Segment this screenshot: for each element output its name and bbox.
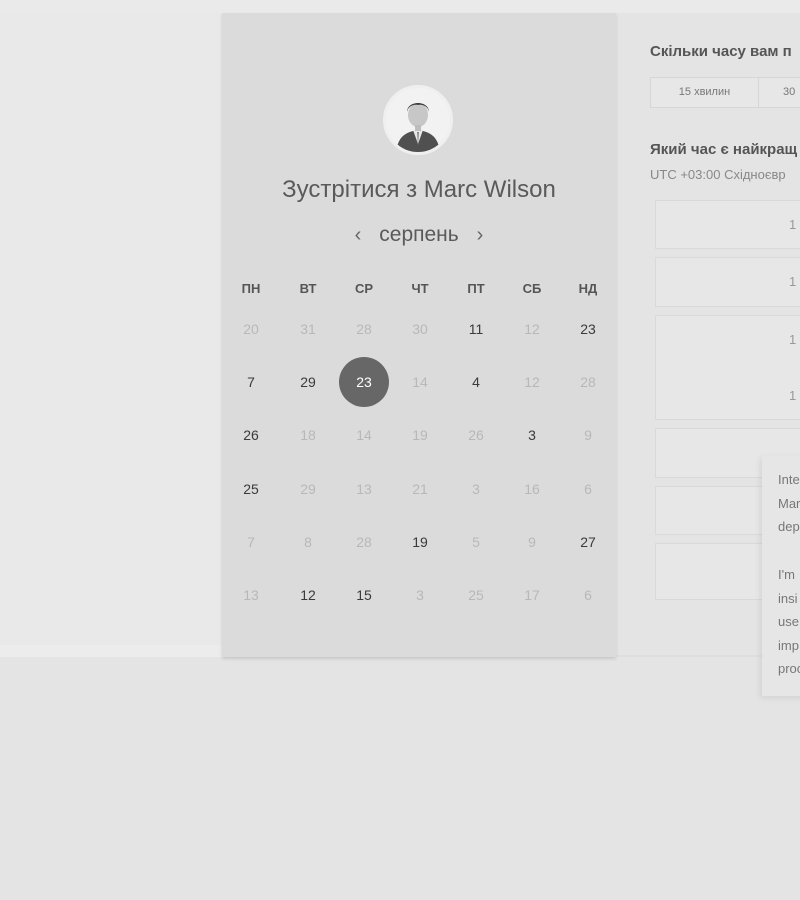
weekday-label: ЧТ	[411, 281, 429, 296]
duration-question: Скільки часу вам п	[650, 43, 792, 60]
calendar-day[interactable]: 25	[231, 469, 271, 509]
month-label: серпень	[379, 223, 459, 246]
bio-line: Mar	[778, 496, 800, 511]
calendar-day: 13	[243, 587, 259, 603]
calendar-day: 28	[356, 534, 372, 550]
weekday-label: ПТ	[467, 281, 485, 296]
calendar-card: Зустрітися з Marc Wilson серпень ‹ › ПН …	[222, 13, 616, 657]
host-bio-popup: Inte Mar dep I'm insi use imp proc	[762, 456, 800, 696]
meeting-title: Зустрітися з Marc Wilson	[282, 176, 556, 203]
timezone-label: UTC +03:00 Східноєвр	[650, 167, 786, 182]
calendar-day: 20	[243, 321, 259, 337]
top-bar	[0, 0, 800, 13]
bio-line: insi	[778, 591, 798, 606]
calendar-day: 19	[412, 427, 428, 443]
calendar-day[interactable]: 4	[456, 362, 496, 402]
calendar-day: 3	[472, 481, 480, 497]
calendar-day: 30	[412, 321, 428, 337]
chevron-right-icon[interactable]: ›	[470, 224, 490, 247]
time-slot[interactable]: 1	[655, 257, 800, 307]
avatar	[383, 85, 453, 155]
time-slot-label: 1	[789, 217, 797, 232]
duration-tabs: 15 хвилин 30	[650, 77, 800, 108]
calendar-day: 26	[468, 427, 484, 443]
time-slot-label: 1	[789, 388, 797, 403]
calendar-day: 6	[584, 481, 592, 497]
calendar-day: 6	[584, 587, 592, 603]
calendar-day: 14	[356, 427, 372, 443]
weekday-header: ПН ВТ СР ЧТ ПТ СБ НД	[222, 281, 616, 301]
weekday-label: ВТ	[299, 281, 317, 296]
weekday-label: ПН	[241, 281, 261, 296]
avatar-photo-icon	[386, 88, 450, 152]
calendar-day: 9	[528, 534, 536, 550]
calendar-day: 17	[524, 587, 540, 603]
calendar-day: 13	[356, 481, 372, 497]
calendar-day[interactable]: 27	[568, 522, 608, 562]
calendar-day[interactable]: 23	[568, 309, 608, 349]
calendar-day: 25	[468, 587, 484, 603]
calendar-day[interactable]: 12	[288, 575, 328, 615]
time-slot-label: 1	[789, 274, 797, 289]
calendar-day: 28	[580, 374, 596, 390]
calendar-day: 16	[524, 481, 540, 497]
chevron-left-icon[interactable]: ‹	[348, 224, 368, 247]
calendar-day[interactable]: 26	[231, 415, 271, 455]
time-slot[interactable]: 1	[655, 200, 800, 249]
duration-option-15[interactable]: 15 хвилин	[651, 78, 759, 107]
calendar-day[interactable]: 7	[231, 362, 271, 402]
calendar-day[interactable]: 3	[512, 415, 552, 455]
bio-line: imp	[778, 638, 799, 653]
bio-line: I'm	[778, 567, 795, 582]
calendar-day[interactable]: 11	[456, 309, 496, 349]
calendar-day: 12	[524, 374, 540, 390]
calendar-day[interactable]: 19	[400, 522, 440, 562]
time-question: Який час є найкращ	[650, 141, 798, 158]
duration-option-30[interactable]: 30	[759, 78, 800, 107]
calendar-day: 21	[412, 481, 428, 497]
calendar-day: 3	[416, 587, 424, 603]
bio-line: dep	[778, 519, 800, 534]
time-slot[interactable]: 1 1	[655, 315, 800, 420]
calendar-day: 12	[524, 321, 540, 337]
calendar-day: 14	[412, 374, 428, 390]
calendar-day-selected[interactable]: 23	[339, 357, 389, 407]
calendar-day: 5	[472, 534, 480, 550]
calendar-day[interactable]: 29	[288, 362, 328, 402]
calendar-day: 7	[247, 534, 255, 550]
bio-line: proc	[778, 661, 800, 676]
calendar-day: 9	[584, 427, 592, 443]
calendar-day: 8	[304, 534, 312, 550]
bio-line: Inte	[778, 472, 800, 487]
left-panel-footer	[0, 645, 222, 657]
month-navigation: серпень ‹ ›	[222, 223, 616, 249]
left-panel	[0, 13, 222, 645]
time-slot-label: 1	[789, 332, 797, 347]
calendar-day: 29	[300, 481, 316, 497]
calendar-day[interactable]: 15	[344, 575, 384, 615]
calendar-day: 28	[356, 321, 372, 337]
weekday-label: СБ	[522, 281, 542, 296]
calendar-day: 18	[300, 427, 316, 443]
weekday-label: СР	[354, 281, 374, 296]
calendar-day: 31	[300, 321, 316, 337]
bio-line: use	[778, 614, 799, 629]
weekday-label: НД	[578, 281, 598, 296]
